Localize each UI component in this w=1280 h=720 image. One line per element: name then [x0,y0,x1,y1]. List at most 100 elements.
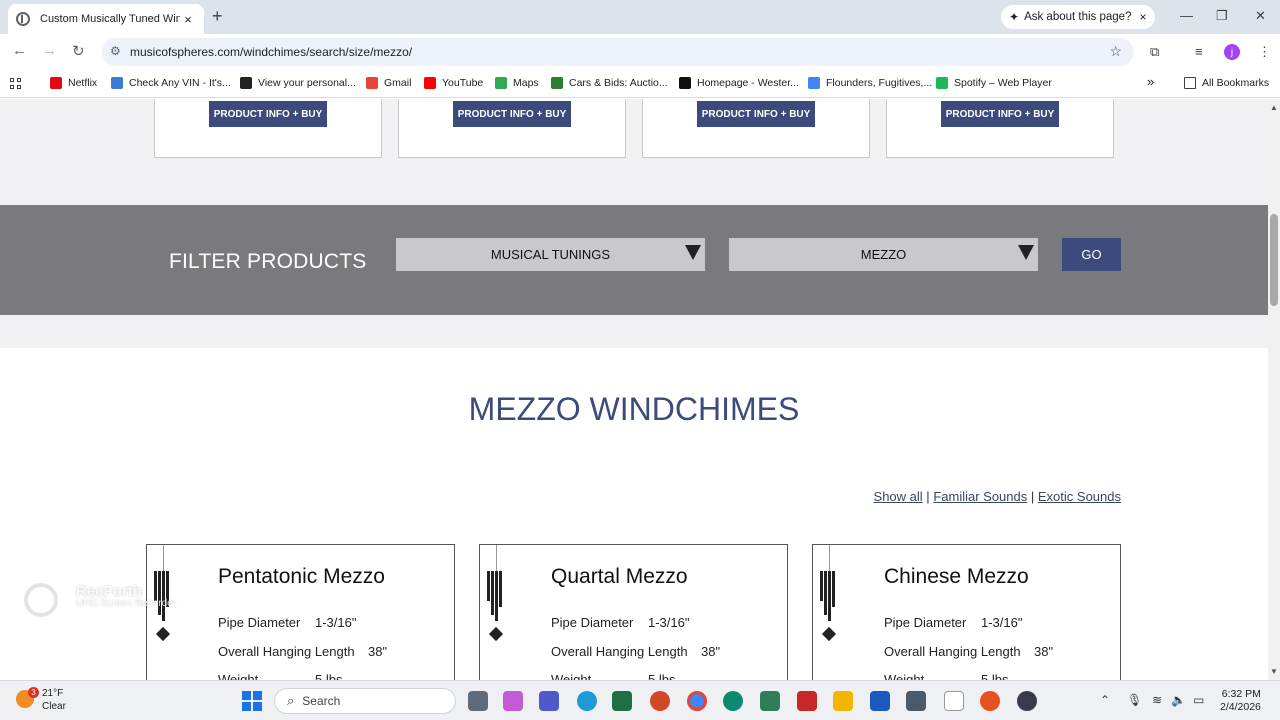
product-card[interactable]: Chinese Mezzo Pipe Diameter 1-3/16" Overall… [812,544,1121,680]
edge-icon[interactable] [723,691,743,711]
menu-kebab-icon[interactable]: ⋮ [1258,44,1271,60]
microphone-icon[interactable]: 🎙 [1127,693,1142,707]
product-spec: Overall Hanging Length 38" [218,644,387,659]
page-scrollbar[interactable]: ▲ ▼ [1268,99,1280,680]
bookmark-item[interactable]: Spotify – Web Player [936,77,1052,89]
battery-icon[interactable]: ▭ [1193,693,1204,707]
bookmark-label: Flounders, Fugitives,... [826,77,933,89]
bookmark-item[interactable]: Homepage - Wester... [679,77,799,89]
system-clock[interactable]: 6:32 PM 2/4/2026 [1220,688,1261,714]
tray-overflow-icon[interactable]: ⌃ [1100,693,1110,707]
bookmark-item[interactable]: View your personal... [240,77,356,89]
ask-close-icon[interactable]: × [1139,10,1146,24]
site-favicon-icon [16,12,30,26]
product-info-buy-button[interactable]: PRODUCT INFO + BUY [209,101,327,127]
product-spec: Pipe Diameter 1-3/16" [884,615,1022,630]
tuning-category-select[interactable]: MUSICAL TUNINGS [396,238,705,271]
bookmark-item[interactable]: Netflix [50,77,97,89]
weather-widget[interactable]: 3 21°F Clear [16,687,66,713]
spec-value: 5 lbs [648,672,676,680]
size-select[interactable]: MEZZO [729,238,1038,271]
exotic-sounds-link[interactable]: Exotic Sounds [1038,489,1121,504]
tab-close-icon[interactable]: × [180,12,196,27]
show-all-link[interactable]: Show all [874,489,923,504]
scroll-down-icon[interactable]: ▼ [1270,667,1278,676]
familiar-sounds-link[interactable]: Familiar Sounds [933,489,1027,504]
file-explorer-icon[interactable] [833,691,853,711]
filter-title: FILTER PRODUCTS [169,250,367,273]
tab-search-icon[interactable]: ⧉ [1150,44,1159,60]
wifi-icon[interactable]: ≋ [1152,693,1162,707]
bookmark-favicon-icon [495,77,507,89]
restore-icon[interactable]: ❐ [1216,8,1228,24]
product-info-buy-button[interactable]: PRODUCT INFO + BUY [697,101,815,127]
bookmark-item[interactable]: YouTube [424,77,483,89]
bookmark-item[interactable]: Flounders, Fugitives,... [808,77,932,89]
dropdown-arrow-icon [685,245,701,260]
profile-avatar[interactable]: j [1224,44,1240,60]
site-info-icon[interactable]: ⚙ [110,44,121,58]
product-card[interactable]: Pentatonic Mezzo Pipe Diameter 1-3/16" Over… [146,544,455,680]
watermark-subtitle: UHD Screen Recorder [76,598,177,609]
go-button[interactable]: GO [1062,238,1121,271]
product-spec: Weight 5 lbs [218,672,342,680]
bookmark-star-icon[interactable]: ☆ [1109,43,1122,60]
bookmark-item[interactable]: Cars & Bids: Auctio... [551,77,668,89]
store-icon[interactable] [760,691,780,711]
product-name[interactable]: Pentatonic Mezzo [218,565,385,589]
mcafee-icon[interactable] [797,691,817,711]
word-icon[interactable] [870,691,890,711]
window-close-icon[interactable]: ✕ [1255,8,1266,24]
scroll-up-icon[interactable]: ▲ [1270,103,1278,112]
spec-label: Overall Hanging Length [884,643,1021,659]
clock-time: 6:32 PM [1221,688,1261,700]
task-view-icon[interactable] [468,691,488,711]
product-card[interactable]: Quartal Mezzo Pipe Diameter 1-3/16" Overall… [479,544,788,680]
spec-value: 5 lbs [315,672,343,680]
spec-value: 5 lbs [981,672,1009,680]
calculator-icon[interactable] [906,691,926,711]
url-text: musicofspheres.com/windchimes/search/siz… [130,45,413,59]
recorder-app-icon[interactable] [1017,691,1037,711]
new-tab-button[interactable]: + [212,6,223,27]
scrollbar-thumb[interactable] [1270,214,1278,306]
spec-value: 1-3/16" [315,615,357,630]
forward-icon[interactable]: → [42,42,57,59]
spec-label: Pipe Diameter [551,615,634,630]
product-name[interactable]: Quartal Mezzo [551,565,688,589]
edge-dev-icon[interactable] [577,691,597,711]
link-separator: | [926,489,930,504]
select-value: MEZZO [860,247,907,262]
notepad-icon[interactable] [944,691,964,711]
browser-tab[interactable]: Custom Musically Tuned Wind × [8,4,204,34]
copilot-icon[interactable] [503,691,523,711]
excel-icon[interactable] [612,691,632,711]
media-controls-icon[interactable]: ≡ [1195,44,1203,59]
teams-icon[interactable] [539,691,559,711]
product-card-top: PRODUCT INFO + BUY [398,99,626,158]
all-bookmarks-button[interactable]: All Bookmarks [1184,77,1269,89]
bookmark-item[interactable]: Gmail [366,77,411,89]
back-icon[interactable]: ← [12,42,27,59]
product-info-buy-button[interactable]: PRODUCT INFO + BUY [941,101,1059,127]
powerpoint-icon[interactable] [650,691,670,711]
recorder-logo-icon [24,583,58,617]
minimize-icon[interactable]: — [1180,8,1193,23]
address-bar[interactable]: ⚙ musicofspheres.com/windchimes/search/s… [102,38,1134,66]
bookmark-favicon-icon [50,77,62,89]
app-icon[interactable] [980,691,1000,711]
start-windows-icon[interactable] [242,691,262,711]
volume-icon[interactable]: 🔈 [1171,693,1186,707]
product-info-buy-button[interactable]: PRODUCT INFO + BUY [453,101,571,127]
sort-links: Show all | Familiar Sounds | Exotic Soun… [874,489,1121,504]
taskbar-search[interactable]: ⌕ Search [274,688,456,714]
apps-grid-icon[interactable] [10,78,22,90]
ask-about-page-button[interactable]: ✦ Ask about this page? × [1001,5,1155,29]
bookmark-item[interactable]: Maps [495,77,539,89]
reload-icon[interactable]: ↻ [72,42,85,60]
bookmark-favicon-icon [366,77,378,89]
bookmark-item[interactable]: Check Any VIN - It's... [111,77,231,89]
more-bookmarks-icon[interactable]: » [1147,74,1154,89]
product-name[interactable]: Chinese Mezzo [884,565,1029,589]
chrome-icon[interactable] [687,691,707,711]
